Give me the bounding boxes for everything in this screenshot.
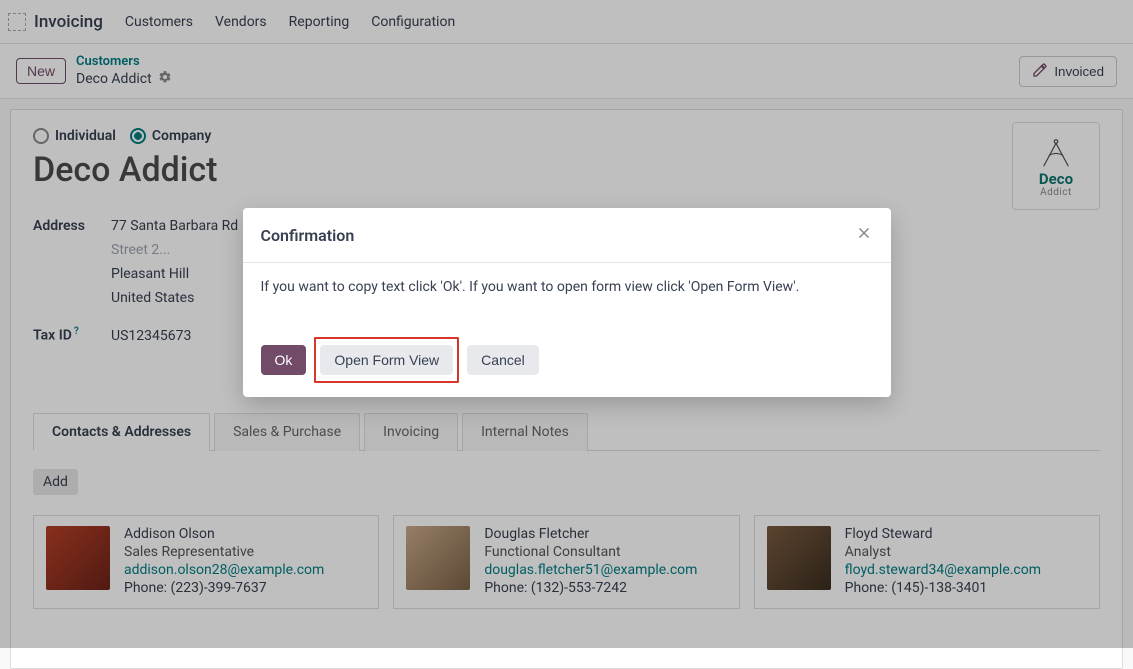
open-form-view-button[interactable]: Open Form View — [320, 345, 453, 375]
highlight-box: Open Form View — [314, 337, 459, 383]
modal-body: If you want to copy text click 'Ok'. If … — [243, 263, 891, 323]
modal-backdrop[interactable]: Confirmation If you want to copy text cl… — [0, 0, 1133, 648]
modal-title: Confirmation — [261, 226, 355, 245]
ok-button[interactable]: Ok — [261, 345, 307, 375]
confirmation-modal: Confirmation If you want to copy text cl… — [243, 208, 891, 397]
cancel-button[interactable]: Cancel — [467, 345, 539, 375]
close-icon[interactable] — [855, 224, 873, 246]
